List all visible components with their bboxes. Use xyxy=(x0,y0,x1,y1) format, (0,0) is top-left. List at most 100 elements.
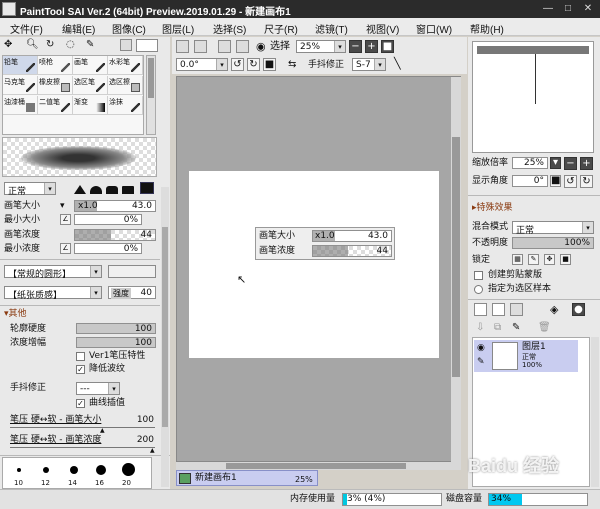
left-panel-scrollbar[interactable] xyxy=(161,187,169,487)
close-button[interactable]: ✕ xyxy=(580,2,596,15)
brush-density-slider[interactable]: 44 xyxy=(74,229,156,241)
canvas-tab[interactable]: 新建画布1 25% xyxy=(176,470,318,486)
menu-ruler[interactable]: 尺子(R) xyxy=(264,21,298,36)
rotate-reset-button[interactable]: ■ xyxy=(263,58,276,71)
rotate-left-button[interactable]: ↺ xyxy=(231,58,244,71)
pressure-icon[interactable]: ∠ xyxy=(60,214,71,225)
tool-brush[interactable]: 画笔 xyxy=(73,56,108,75)
preset-14[interactable]: 14 xyxy=(68,478,77,489)
menu-filter[interactable]: 滤镜(T) xyxy=(315,21,348,36)
navigator-preview[interactable] xyxy=(472,41,594,153)
eye-icon[interactable]: ◉ xyxy=(256,41,266,52)
shape-strength-field[interactable] xyxy=(108,265,156,278)
merge-down-icon[interactable]: ⇩ xyxy=(476,322,484,333)
selection-source-radio[interactable] xyxy=(474,285,483,294)
texture-strength-slider[interactable]: 强度 40 xyxy=(108,286,156,299)
brush-shape-selector[interactable] xyxy=(60,181,156,195)
pressure-density-icon[interactable]: ∠ xyxy=(60,243,71,254)
menu-window[interactable]: 窗口(W) xyxy=(416,21,452,36)
lasso-icon[interactable]: ◌ xyxy=(66,39,75,50)
size-dropdown-arrow-icon[interactable]: ▾ xyxy=(60,201,65,212)
curve-checkbox[interactable]: ✓ xyxy=(76,399,85,408)
tool-marker[interactable]: 马克笔 xyxy=(3,76,38,95)
invert-select-icon[interactable] xyxy=(236,40,249,53)
menu-layer[interactable]: 图层(L) xyxy=(162,21,194,36)
min-size-slider[interactable]: 0% xyxy=(74,214,142,225)
new-layer-icon[interactable] xyxy=(474,303,487,316)
canvas-vscroll[interactable] xyxy=(451,77,461,462)
menu-select[interactable]: 选择(S) xyxy=(213,21,246,36)
preset-12[interactable]: 12 xyxy=(41,478,50,489)
angle-select[interactable]: 0.0° ▾ xyxy=(176,58,228,71)
zoom-select[interactable]: 25% ▾ xyxy=(296,40,346,53)
tool-binary-pen[interactable]: 二值笔 xyxy=(38,96,73,115)
menu-edit[interactable]: 编辑(E) xyxy=(62,21,95,36)
canvas-hscroll[interactable] xyxy=(176,462,461,470)
preset-10[interactable]: 10 xyxy=(14,478,23,489)
popup-size-slider[interactable]: x1.0 43.0 xyxy=(312,230,392,242)
nav-zoom-arrow-icon[interactable]: ▾ xyxy=(550,157,561,169)
layer-mask-icon[interactable]: ● xyxy=(572,303,585,316)
canvas-viewport[interactable]: 画笔大小 x1.0 43.0 画笔浓度 44 ↖ xyxy=(176,76,461,462)
tool-select-eraser[interactable]: 选区擦 xyxy=(108,76,143,95)
tool-bucket[interactable]: 油漆桶 xyxy=(3,96,38,115)
eyedropper-icon[interactable]: ✎ xyxy=(86,39,94,50)
copy-layer-icon[interactable]: ⧉ xyxy=(494,322,501,333)
tool-airbrush[interactable]: 喷枪 xyxy=(38,56,73,75)
menu-help[interactable]: 帮助(H) xyxy=(470,21,504,36)
edge-hardness-slider[interactable]: 100 xyxy=(76,323,156,334)
other-header[interactable]: ▾其他 xyxy=(4,309,27,320)
rotate-icon[interactable]: ↻ xyxy=(46,39,54,50)
tool-gradient[interactable]: 渐变 xyxy=(73,96,108,115)
brush-stabilizer-select[interactable]: --- ▾ xyxy=(76,382,120,395)
flip-icon[interactable]: ⇆ xyxy=(288,59,296,70)
new-folder-icon[interactable] xyxy=(492,303,505,316)
nav-rotate-right-button[interactable]: ↻ xyxy=(580,175,593,188)
layer-blend-select[interactable]: 正常 ▾ xyxy=(512,221,594,236)
texture-dropdown[interactable]: 【纸张质感】 ▾ xyxy=(4,286,102,301)
maximize-button[interactable]: □ xyxy=(560,2,576,15)
lock-all-icon[interactable]: ■ xyxy=(560,254,571,265)
nav-angle-field[interactable]: 0° xyxy=(512,175,548,187)
nav-zoom-out-button[interactable]: − xyxy=(564,157,577,170)
layer-opacity-slider[interactable]: 100% xyxy=(512,237,594,249)
zoom-icon[interactable]: 🔍︎ xyxy=(26,39,39,50)
zoom-reset-button[interactable]: ■ xyxy=(381,40,394,53)
clear-layer-icon[interactable]: ✎ xyxy=(512,322,520,333)
lock-move-icon[interactable]: ✥ xyxy=(544,254,555,265)
nav-zoom-in-button[interactable]: + xyxy=(580,157,593,170)
lock-paint-icon[interactable]: ✎ xyxy=(528,254,539,265)
blend-mode-select[interactable]: 正常 ▾ xyxy=(4,182,56,197)
delete-layer-icon[interactable]: 🗑︎ xyxy=(538,322,551,333)
layer-list-scrollbar[interactable] xyxy=(591,337,599,487)
preset-16[interactable]: 16 xyxy=(95,478,104,489)
redo-icon[interactable] xyxy=(194,40,207,53)
undo-icon[interactable] xyxy=(176,40,189,53)
stabilizer-toolbar-select[interactable]: S-7 ▾ xyxy=(352,58,386,71)
nav-angle-reset-icon[interactable]: ■ xyxy=(550,175,561,187)
zoom-in-button[interactable]: + xyxy=(365,40,378,53)
layer-row[interactable]: ◉ ✎ 图层1 正常 100% xyxy=(474,340,578,372)
brush-shape-dropdown[interactable]: 【常规的圆形】 ▾ xyxy=(4,265,102,280)
nav-zoom-field[interactable]: 25% xyxy=(512,157,548,169)
lock-transparency-icon[interactable]: ▦ xyxy=(512,254,523,265)
color-swatch[interactable] xyxy=(136,39,158,52)
move-icon[interactable]: ✥ xyxy=(4,39,12,50)
deselect-icon[interactable] xyxy=(218,40,231,53)
tool-watercolor[interactable]: 水彩笔 xyxy=(108,56,143,75)
min-density-slider[interactable]: 0% xyxy=(74,243,142,254)
reduce-noise-checkbox[interactable]: ✓ xyxy=(76,365,85,374)
effects-header[interactable]: ▸特殊效果 xyxy=(472,203,513,214)
tool-select-pen[interactable]: 选区笔 xyxy=(73,76,108,95)
menu-image[interactable]: 图像(C) xyxy=(112,21,146,36)
tool-smudge[interactable]: 涂抹 xyxy=(108,96,143,115)
brush-size-slider[interactable]: x1.0 43.0 xyxy=(74,200,156,212)
zoom-out-button[interactable]: − xyxy=(349,40,362,53)
minimize-button[interactable]: — xyxy=(540,2,556,15)
color-swap-icon[interactable] xyxy=(120,39,132,51)
layer-visible-eye-icon[interactable]: ◉ xyxy=(477,343,485,354)
line-tool-icon[interactable]: ╲ xyxy=(394,58,401,69)
pressure-density-slider[interactable]: ▲ xyxy=(10,447,155,454)
fill-layer-icon[interactable]: ◈ xyxy=(550,303,558,316)
nav-rotate-left-button[interactable]: ↺ xyxy=(564,175,577,188)
